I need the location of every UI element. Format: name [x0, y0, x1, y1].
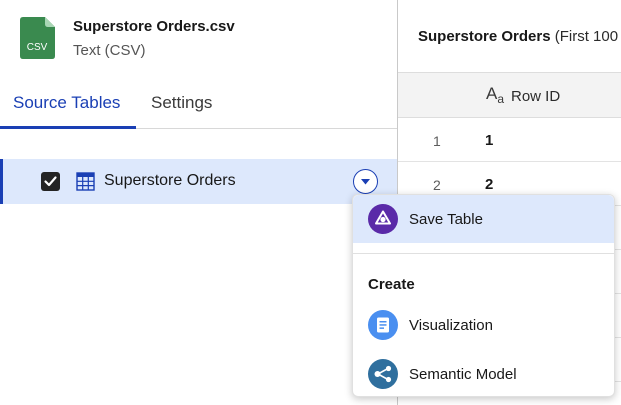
- menu-item-label: Semantic Model: [409, 366, 517, 383]
- source-table-label: Superstore Orders: [104, 172, 236, 189]
- menu-item-visualization[interactable]: Visualization: [353, 301, 614, 349]
- file-header: CSV Superstore Orders.csv Text (CSV): [0, 0, 397, 80]
- column-name: Row ID: [511, 88, 561, 105]
- row-number: 1: [433, 133, 441, 149]
- active-tab-indicator: [0, 126, 136, 129]
- menu-item-label: Visualization: [409, 317, 493, 334]
- csv-file-icon-label: CSV: [27, 42, 48, 53]
- app-root: CSV Superstore Orders.csv Text (CSV) Sou…: [0, 0, 621, 405]
- tab-source-tables[interactable]: Source Tables: [13, 93, 120, 113]
- file-type: Text (CSV): [73, 42, 146, 59]
- menu-item-label: Save Table: [409, 211, 483, 228]
- row-value: 1: [485, 132, 494, 149]
- checkmark-icon: [44, 176, 57, 187]
- row-number: 2: [433, 177, 441, 193]
- row-value: 2: [485, 176, 494, 193]
- tab-bar: Source Tables Settings: [0, 82, 397, 129]
- preview-subtitle: (First 100: [554, 28, 619, 45]
- semantic-model-icon: [368, 359, 398, 389]
- csv-file-icon: CSV: [20, 17, 55, 59]
- preview-table-name: Superstore Orders: [418, 28, 551, 45]
- chevron-down-icon: [361, 179, 370, 185]
- table-actions-menu: Save Table Create Visualization Semantic…: [352, 194, 615, 397]
- source-table-checkbox[interactable]: [41, 172, 60, 191]
- menu-divider: [353, 253, 614, 254]
- text-type-icon-glyph-small: a: [497, 92, 505, 106]
- save-table-icon: [368, 204, 398, 234]
- left-panel: CSV Superstore Orders.csv Text (CSV) Sou…: [0, 0, 397, 405]
- table-actions-dropdown-button[interactable]: [353, 169, 378, 194]
- text-type-icon-glyph: A: [486, 84, 498, 103]
- menu-item-save-table[interactable]: Save Table: [353, 195, 614, 243]
- text-type-icon: Aa: [486, 84, 505, 106]
- file-name: Superstore Orders.csv: [73, 18, 235, 35]
- visualization-icon: [368, 310, 398, 340]
- menu-item-semantic-model[interactable]: Semantic Model: [353, 350, 614, 398]
- preview-title: Superstore Orders (First 100: [418, 28, 618, 45]
- menu-section-create: Create: [368, 276, 415, 293]
- source-table-row[interactable]: Superstore Orders: [0, 159, 397, 204]
- column-header-row-id[interactable]: Aa Row ID: [398, 72, 621, 118]
- table-row: 1 1: [398, 118, 621, 162]
- table-grid-icon: [76, 172, 95, 191]
- tab-settings[interactable]: Settings: [151, 93, 212, 113]
